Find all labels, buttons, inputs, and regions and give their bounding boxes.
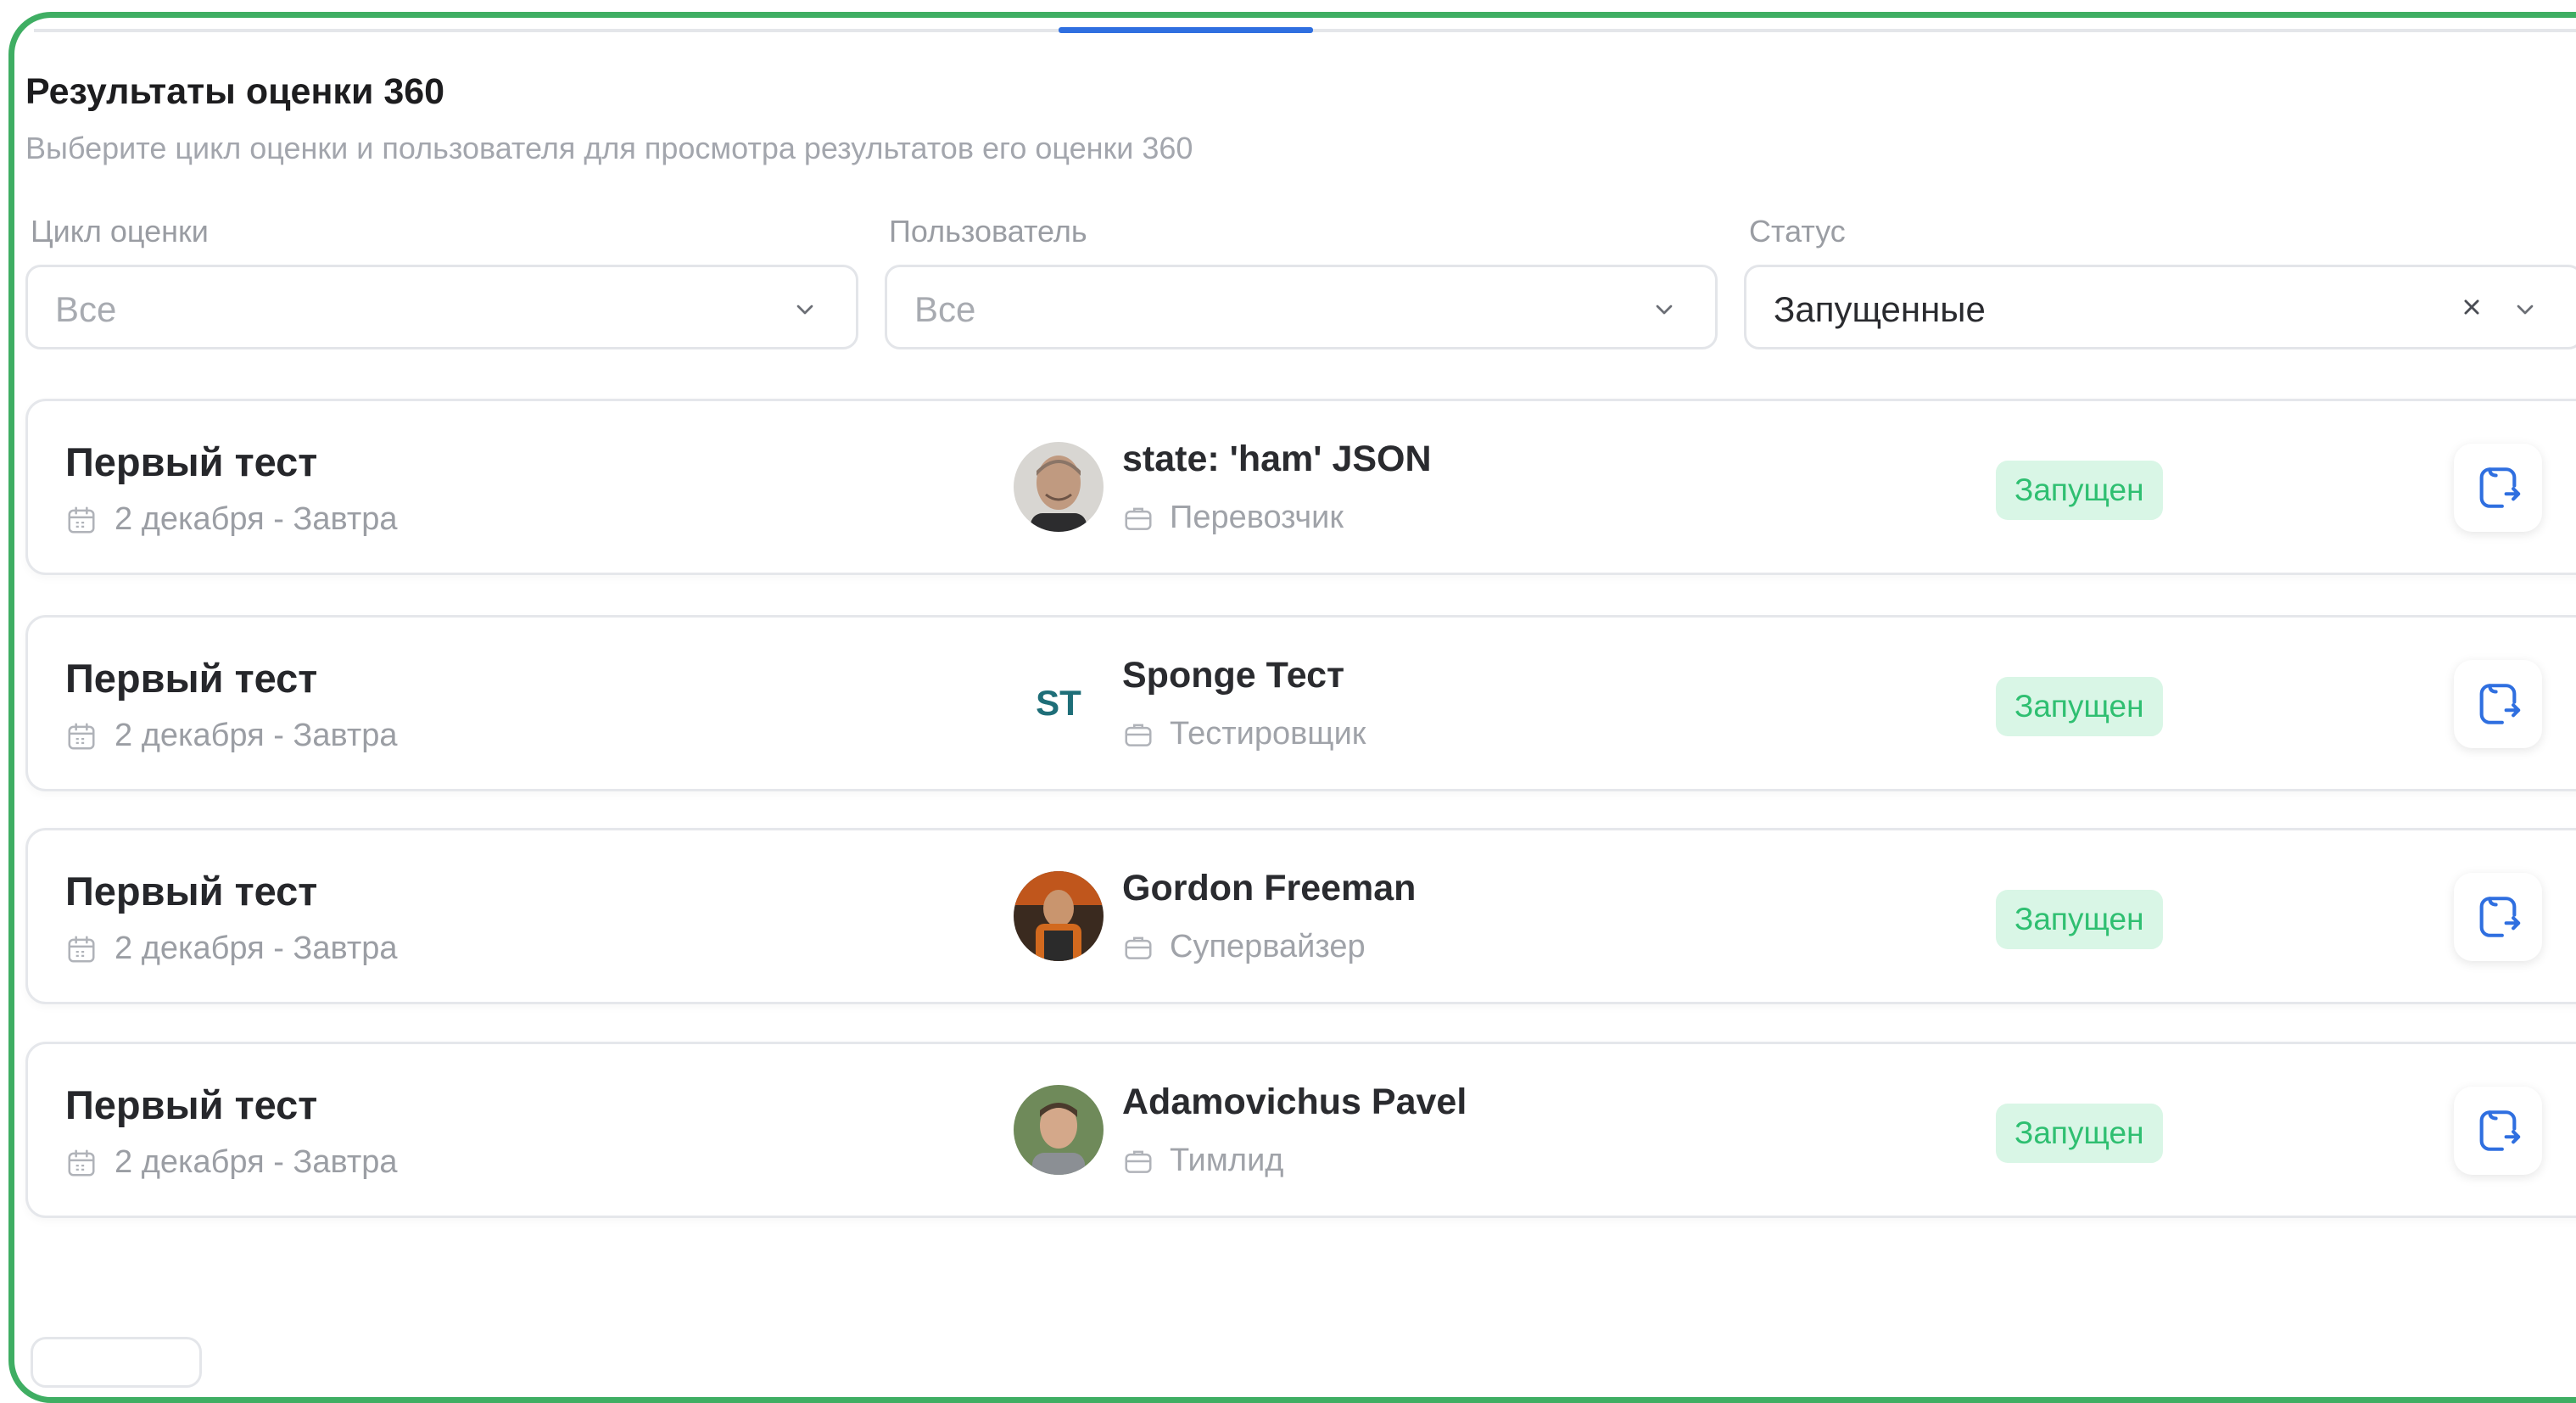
chevron-down-icon xyxy=(2517,305,2534,315)
cycle-dates: 2 декабря - Завтра xyxy=(65,501,398,538)
cycle-name: Первый тест xyxy=(65,869,318,914)
close-icon[interactable] xyxy=(2457,293,2486,321)
result-card[interactable]: Первый тест 2 декабря - Завтра Adamovich… xyxy=(25,1042,2576,1218)
cycle-select-value: Все xyxy=(55,289,117,329)
briefcase-icon xyxy=(1125,507,1152,530)
date-range: 2 декабря - Завтра xyxy=(115,718,398,753)
open-results-icon xyxy=(2479,897,2521,937)
briefcase-icon xyxy=(1125,724,1152,746)
status-badge: Запущен xyxy=(1996,1104,2163,1163)
calendar-icon xyxy=(68,506,95,534)
open-results-button[interactable] xyxy=(2454,1087,2542,1175)
open-results-button[interactable] xyxy=(2454,873,2542,961)
status-select-value: Запущенные xyxy=(1774,289,1986,329)
result-card[interactable]: Первый тест 2 декабря - Завтра state: 'h… xyxy=(25,399,2576,575)
date-range: 2 декабря - Завтра xyxy=(115,1144,398,1180)
open-results-button[interactable] xyxy=(2454,444,2542,532)
status-select[interactable]: Запущенные xyxy=(1744,265,2576,349)
status-badge: Запущен xyxy=(1996,461,2163,520)
date-range: 2 декабря - Завтра xyxy=(115,501,398,537)
cycle-name: Первый тест xyxy=(65,656,318,701)
user-name: Adamovichus Pavel xyxy=(1122,1082,1467,1122)
role-label: Тестировщик xyxy=(1170,716,1366,752)
calendar-icon xyxy=(68,935,95,963)
cycle-dates: 2 декабря - Завтра xyxy=(65,718,398,754)
user-name: Gordon Freeman xyxy=(1122,868,1417,908)
cycle-name: Первый тест xyxy=(65,1082,318,1127)
date-range: 2 декабря - Завтра xyxy=(115,931,398,966)
user-filter-label: Пользователь xyxy=(889,214,1087,249)
user-role: Тимлид xyxy=(1122,1143,1283,1179)
briefcase-icon xyxy=(1125,936,1152,959)
user-role: Перевозчик xyxy=(1122,500,1344,536)
avatar-initials: ST xyxy=(1036,683,1081,723)
result-card[interactable]: Первый тест 2 декабря - Завтра Gordon Fr… xyxy=(25,828,2576,1004)
cycle-select[interactable]: Все xyxy=(25,265,858,349)
avatar xyxy=(1014,1085,1104,1175)
role-label: Перевозчик xyxy=(1170,500,1344,535)
cycle-name: Первый тест xyxy=(65,439,318,484)
role-label: Супервайзер xyxy=(1170,929,1366,964)
user-role: Тестировщик xyxy=(1122,716,1366,752)
user-role: Супервайзер xyxy=(1122,929,1366,965)
avatar xyxy=(1014,442,1104,532)
page-title: Результаты оценки 360 xyxy=(25,71,445,112)
user-select-value: Все xyxy=(914,289,976,329)
user-name: Sponge Тест xyxy=(1122,655,1345,696)
avatar xyxy=(1014,871,1104,961)
calendar-icon xyxy=(68,722,95,750)
user-name: state: 'ham' JSON xyxy=(1122,439,1432,479)
role-label: Тимлид xyxy=(1170,1143,1284,1178)
pagination-control[interactable] xyxy=(31,1337,202,1388)
status-filter-label: Статус xyxy=(1749,214,1846,249)
briefcase-icon xyxy=(1125,1150,1152,1173)
chevron-down-icon xyxy=(796,305,813,315)
open-results-icon xyxy=(2479,467,2521,508)
cycle-dates: 2 декабря - Завтра xyxy=(65,1144,398,1181)
active-tab-indicator xyxy=(1059,27,1313,33)
cycle-dates: 2 декабря - Завтра xyxy=(65,931,398,967)
open-results-icon xyxy=(2479,1110,2521,1151)
calendar-icon xyxy=(68,1149,95,1177)
open-results-button[interactable] xyxy=(2454,660,2542,748)
cycle-filter-label: Цикл оценки xyxy=(31,214,209,249)
status-badge: Запущен xyxy=(1996,677,2163,736)
page-subtitle: Выберите цикл оценки и пользователя для … xyxy=(25,131,1193,165)
chevron-down-icon xyxy=(1656,305,1673,315)
user-select[interactable]: Все xyxy=(885,265,1718,349)
status-badge: Запущен xyxy=(1996,890,2163,949)
open-results-icon xyxy=(2479,684,2521,724)
result-card[interactable]: Первый тест 2 декабря - Завтра ST Sponge… xyxy=(25,615,2576,791)
